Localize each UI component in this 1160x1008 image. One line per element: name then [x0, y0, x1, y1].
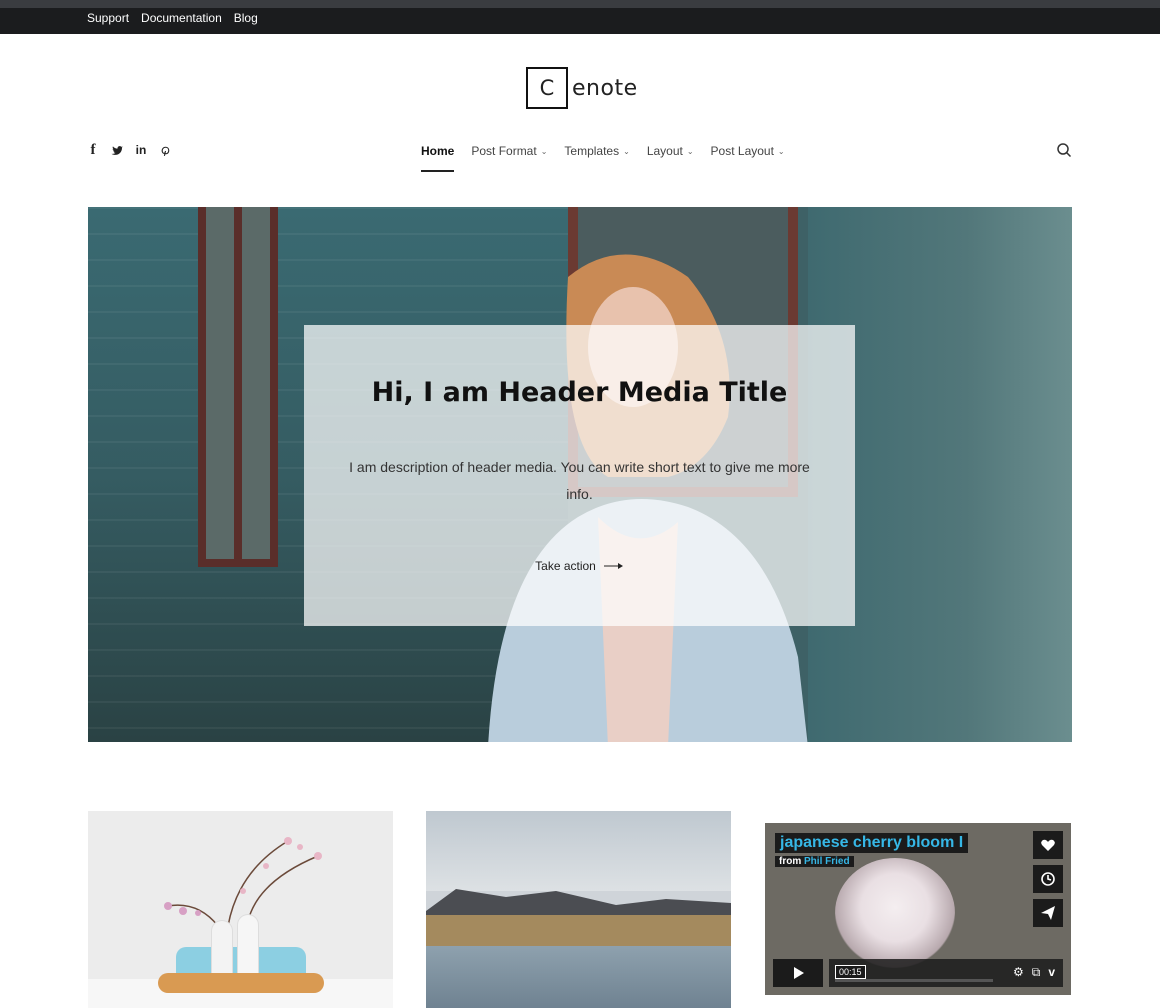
site-logo[interactable]: C enote [526, 67, 638, 109]
nav-templates-label: Templates [564, 144, 620, 158]
top-link-support[interactable]: Support [87, 11, 129, 25]
video-controls: 00:15 ⚙ ⧉ v [773, 959, 1063, 987]
nav-home[interactable]: Home [421, 142, 455, 172]
video-track[interactable] [835, 979, 993, 982]
card-tray [158, 973, 324, 993]
post-card-image-landscape[interactable] [426, 811, 731, 1008]
hero-description: I am description of header media. You ca… [349, 459, 810, 502]
hero-title: Hi, I am Header Media Title [371, 377, 788, 408]
search-icon[interactable] [1056, 142, 1072, 158]
main-nav: Home Post Format ⌄ Templates ⌄ Layout ⌄ … [421, 142, 785, 172]
top-links: Support Documentation Blog [87, 11, 258, 25]
share-button[interactable] [1033, 899, 1063, 927]
facebook-icon[interactable]: f [86, 142, 100, 158]
card-vase-left [212, 921, 232, 981]
video-title[interactable]: japanese cherry bloom I [775, 833, 969, 853]
settings-icon[interactable]: ⚙ [1013, 965, 1024, 980]
video-from-label: from [779, 856, 802, 867]
video-side-actions [1033, 831, 1063, 927]
play-icon [794, 967, 804, 979]
nav-templates[interactable]: Templates ⌄ [564, 142, 629, 160]
video-byline: from Phil Fried [775, 856, 854, 867]
nav-layout-label: Layout [646, 144, 683, 158]
video-time: 00:15 [835, 965, 866, 979]
nav-layout[interactable]: Layout ⌄ [647, 142, 694, 160]
nav-post-layout-label: Post Layout [710, 144, 774, 158]
logo-text: enote [572, 75, 638, 101]
hero-cta-link[interactable]: Take action [304, 559, 855, 573]
social-links: f in [86, 142, 172, 158]
play-button[interactable] [773, 959, 823, 987]
like-button[interactable] [1033, 831, 1063, 859]
chevron-down-icon: ⌄ [623, 146, 630, 156]
nav-post-format[interactable]: Post Format ⌄ [471, 142, 547, 160]
header-media: Hi, I am Header Media Title I am descrip… [88, 207, 1072, 742]
post-card-image-vases[interactable] [88, 811, 393, 1008]
nav-home-label: Home [421, 144, 455, 158]
hero-window-left [198, 207, 278, 567]
chevron-down-icon: ⌄ [540, 146, 548, 156]
chevron-down-icon: ⌄ [686, 146, 694, 156]
hero-cta-label: Take action [535, 559, 596, 573]
top-link-documentation[interactable]: Documentation [141, 11, 222, 25]
watch-later-button[interactable] [1033, 865, 1063, 893]
nav-post-format-label: Post Format [471, 144, 537, 158]
card-vase-right [238, 915, 258, 981]
post-card-video[interactable]: japanese cherry bloom I from Phil Fried … [765, 823, 1071, 995]
card-sky [426, 811, 731, 891]
video-blossom-image [835, 858, 955, 968]
nav-post-layout[interactable]: Post Layout ⌄ [711, 142, 785, 160]
twitter-icon[interactable] [110, 142, 124, 158]
pinterest-icon[interactable] [158, 142, 172, 158]
arrow-right-icon [603, 563, 623, 569]
heart-icon [1041, 839, 1055, 851]
top-bar: Support Documentation Blog [0, 0, 1160, 34]
send-icon [1041, 906, 1055, 920]
vimeo-icon[interactable]: v [1048, 965, 1055, 980]
logo-box: C [526, 67, 568, 109]
video-progress-bar[interactable]: 00:15 ⚙ ⧉ v [829, 959, 1063, 987]
video-control-icons: ⚙ ⧉ v [1013, 965, 1055, 980]
fullscreen-icon[interactable]: ⧉ [1032, 965, 1041, 980]
linkedin-icon[interactable]: in [134, 142, 148, 158]
top-link-blog[interactable]: Blog [234, 11, 258, 25]
clock-icon [1041, 872, 1055, 886]
chevron-down-icon: ⌄ [777, 146, 785, 156]
card-water [426, 946, 731, 1008]
video-author-link[interactable]: Phil Fried [804, 856, 850, 867]
